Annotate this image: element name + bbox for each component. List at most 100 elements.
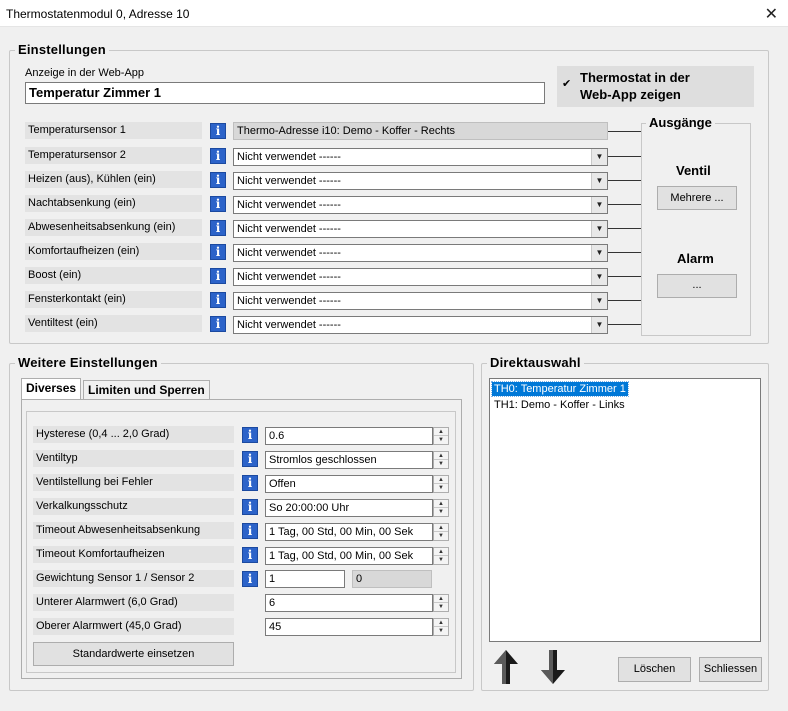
info-icon[interactable]: i [210, 244, 226, 260]
sensor1-value: Thermo-Adresse i10: Demo - Koffer - Rech… [233, 122, 608, 140]
info-icon[interactable]: i [242, 475, 258, 491]
input-row-combo[interactable]: Nicht verwendet ------ ▼ [233, 244, 608, 262]
ventil-label: Ventil [676, 163, 711, 178]
setting-value-input[interactable]: Stromlos geschlossen [265, 451, 433, 469]
input-row-combo[interactable]: Nicht verwendet ------ ▼ [233, 196, 608, 214]
list-item[interactable]: TH1: Demo - Koffer - Links [492, 398, 627, 412]
alarm-button[interactable]: ... [657, 274, 737, 298]
spin-up-icon[interactable]: ▲ [434, 476, 448, 484]
setting-spinner[interactable]: ▲ ▼ [433, 523, 449, 541]
setting-value-input[interactable]: 1 Tag, 00 Std, 00 Min, 00 Sek [265, 547, 433, 565]
chevron-down-icon[interactable]: ▼ [591, 245, 607, 261]
info-icon[interactable]: i [242, 451, 258, 467]
setting-spinner[interactable]: ▲ ▼ [433, 499, 449, 517]
gewichtung-label: Gewichtung Sensor 1 / Sensor 2 [33, 570, 234, 587]
move-up-icon[interactable] [492, 648, 520, 686]
oberer-alarm-input[interactable]: 45 [265, 618, 433, 636]
chevron-down-icon[interactable]: ▼ [591, 269, 607, 285]
info-icon[interactable]: i [242, 547, 258, 563]
spin-down-icon[interactable]: ▼ [434, 508, 448, 516]
input-row-combo[interactable]: Nicht verwendet ------ ▼ [233, 292, 608, 310]
tab-diverses[interactable]: Diverses [21, 378, 82, 399]
unterer-alarm-label: Unterer Alarmwert (6,0 Grad) [33, 594, 234, 611]
info-icon[interactable]: i [210, 196, 226, 212]
setting-spinner[interactable]: ▲ ▼ [433, 547, 449, 565]
chevron-down-icon[interactable]: ▼ [591, 293, 607, 309]
info-icon[interactable]: i [210, 172, 226, 188]
input-row-combo[interactable]: Nicht verwendet ------ ▼ [233, 172, 608, 190]
info-icon[interactable]: i [210, 316, 226, 332]
spin-up-icon[interactable]: ▲ [434, 500, 448, 508]
loeschen-button[interactable]: Löschen [618, 657, 691, 682]
spin-down-icon[interactable]: ▼ [434, 603, 448, 611]
spin-up-icon[interactable]: ▲ [434, 524, 448, 532]
show-in-webapp-label-1: Thermostat in der [580, 70, 690, 85]
spin-up-icon[interactable]: ▲ [434, 452, 448, 460]
spin-up-icon[interactable]: ▲ [434, 548, 448, 556]
setting-value-input[interactable]: Offen [265, 475, 433, 493]
alarm-label: Alarm [677, 251, 714, 266]
ventil-button[interactable]: Mehrere ... [657, 186, 737, 210]
combo-value: Nicht verwendet ------ [237, 295, 341, 307]
webapp-name-input[interactable]: Temperatur Zimmer 1 [25, 82, 545, 104]
chevron-down-icon[interactable]: ▼ [591, 149, 607, 165]
oberer-alarm-spinner[interactable]: ▲ ▼ [433, 618, 449, 636]
info-icon[interactable]: i [210, 268, 226, 284]
spin-up-icon[interactable]: ▲ [434, 428, 448, 436]
input-row-combo[interactable]: Nicht verwendet ------ ▼ [233, 220, 608, 238]
connector-line [608, 204, 641, 205]
input-row-label: Boost (ein) [25, 267, 202, 284]
setting-value-input[interactable]: So 20:00:00 Uhr [265, 499, 433, 517]
info-icon[interactable]: i [210, 292, 226, 308]
schliessen-button[interactable]: Schliessen [699, 657, 762, 682]
spin-down-icon[interactable]: ▼ [434, 556, 448, 564]
spin-down-icon[interactable]: ▼ [434, 532, 448, 540]
spin-down-icon[interactable]: ▼ [434, 436, 448, 444]
sensor1-label: Temperatursensor 1 [25, 122, 202, 139]
chevron-down-icon[interactable]: ▼ [591, 317, 607, 333]
spin-down-icon[interactable]: ▼ [434, 627, 448, 635]
setting-value-input[interactable]: 1 Tag, 00 Std, 00 Min, 00 Sek [265, 523, 433, 541]
setting-label: Hysterese (0,4 ... 2,0 Grad) [33, 426, 234, 443]
info-icon[interactable]: i [210, 148, 226, 164]
chevron-down-icon[interactable]: ▼ [591, 173, 607, 189]
setting-spinner[interactable]: ▲ ▼ [433, 475, 449, 493]
info-icon[interactable]: i [210, 220, 226, 236]
spin-up-icon[interactable]: ▲ [434, 595, 448, 603]
info-icon[interactable]: i [242, 571, 258, 587]
setting-spinner[interactable]: ▲ ▼ [433, 451, 449, 469]
list-item[interactable]: TH0: Temperatur Zimmer 1 [491, 381, 629, 397]
input-row-combo[interactable]: Nicht verwendet ------ ▼ [233, 148, 608, 166]
input-row-label: Ventiltest (ein) [25, 315, 202, 332]
combo-value: Nicht verwendet ------ [237, 151, 341, 163]
spin-up-icon[interactable]: ▲ [434, 619, 448, 627]
setting-spinner[interactable]: ▲ ▼ [433, 427, 449, 445]
thermostat-list[interactable]: TH0: Temperatur Zimmer 1 TH1: Demo - Kof… [489, 378, 761, 642]
standardwerte-button[interactable]: Standardwerte einsetzen [33, 642, 234, 666]
input-row-combo[interactable]: Nicht verwendet ------ ▼ [233, 268, 608, 286]
show-in-webapp-checkbox[interactable]: ✔ [562, 79, 573, 90]
gewichtung-sensor1-input[interactable]: 1 [265, 570, 345, 588]
spin-down-icon[interactable]: ▼ [434, 484, 448, 492]
chevron-down-icon[interactable]: ▼ [591, 221, 607, 237]
info-icon[interactable]: i [210, 123, 226, 139]
setting-label: Timeout Abwesenheitsabsenkung [33, 522, 234, 539]
tab-limiten[interactable]: Limiten und Sperren [83, 380, 210, 400]
setting-value-input[interactable]: 0.6 [265, 427, 433, 445]
info-icon[interactable]: i [242, 523, 258, 539]
spin-down-icon[interactable]: ▼ [434, 460, 448, 468]
info-icon[interactable]: i [242, 499, 258, 515]
unterer-alarm-spinner[interactable]: ▲ ▼ [433, 594, 449, 612]
chevron-down-icon[interactable]: ▼ [591, 197, 607, 213]
connector-line [608, 156, 641, 157]
input-row-combo[interactable]: Nicht verwendet ------ ▼ [233, 316, 608, 334]
weitere-title: Weitere Einstellungen [15, 355, 161, 370]
move-down-icon[interactable] [539, 648, 567, 686]
webapp-label: Anzeige in der Web-App [25, 67, 145, 79]
direktauswahl-title: Direktauswahl [487, 355, 584, 370]
unterer-alarm-input[interactable]: 6 [265, 594, 433, 612]
connector-line [608, 300, 641, 301]
close-icon[interactable]: ✕ [765, 4, 778, 24]
info-icon[interactable]: i [242, 427, 258, 443]
oberer-alarm-label: Oberer Alarmwert (45,0 Grad) [33, 618, 234, 635]
